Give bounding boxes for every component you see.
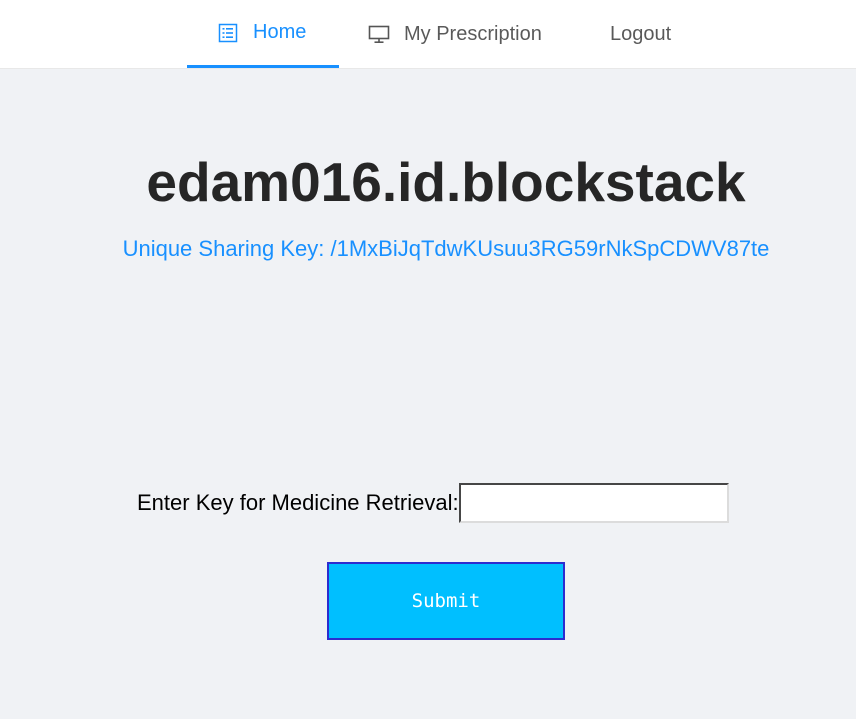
retrieval-key-input[interactable] [458,483,729,523]
page-title: edam016.id.blockstack [146,151,746,213]
nav-item-logout[interactable]: Logout [610,0,671,68]
nav-item-my-prescription[interactable]: My Prescription [368,0,542,68]
medicine-retrieval-form: Enter Key for Medicine Retrieval: [137,481,729,525]
nav-item-home[interactable]: Home [187,0,339,68]
retrieval-key-label: Enter Key for Medicine Retrieval: [137,490,459,515]
list-icon [217,22,239,44]
nav-item-label: My Prescription [404,22,542,45]
top-navigation-bar: Home My Prescription Logout [0,0,856,69]
sharing-key-text: Unique Sharing Key: /1MxBiJqTdwKUsuu3RG5… [122,236,770,261]
desktop-icon [368,23,390,45]
nav-item-label: Logout [610,22,672,45]
nav-item-label: Home [253,21,307,43]
submit-button[interactable]: Submit [327,562,565,640]
